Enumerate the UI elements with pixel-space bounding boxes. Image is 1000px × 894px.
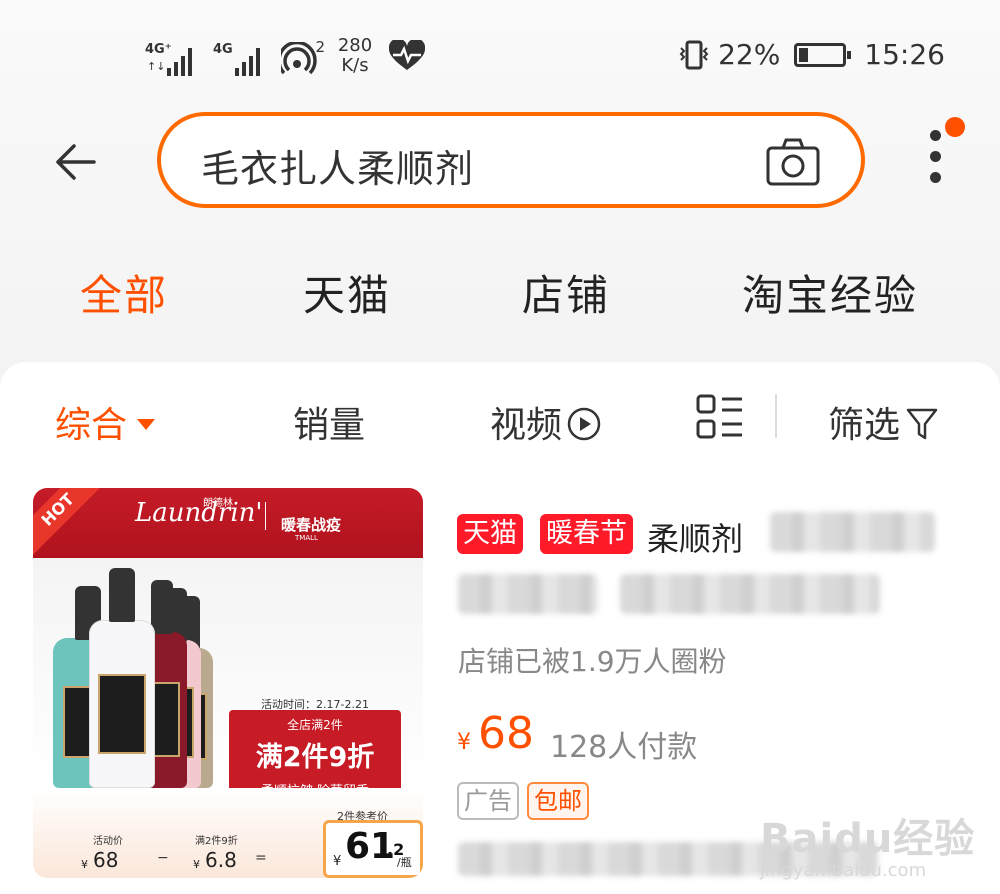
- back-button[interactable]: [50, 136, 102, 188]
- status-bar: 4G⁺ ↑↓ 4G 2 280 K/s 22% 15:26: [0, 28, 1000, 88]
- campaign-sub: TMALL: [295, 534, 318, 542]
- list-view-toggle-icon[interactable]: [696, 394, 744, 440]
- hotspot-count: 2: [315, 38, 325, 56]
- tag-festival: 暖春节: [540, 514, 633, 554]
- battery-fill: [799, 47, 809, 62]
- tag-tmall: 天猫: [457, 514, 523, 554]
- tab-shops[interactable]: 店铺: [522, 262, 610, 323]
- battery-icon: [794, 42, 852, 67]
- scope-tabs: 全部 天猫 店铺 淘宝经验: [0, 262, 1000, 332]
- shop-fans: 店铺已被1.9万人圈粉: [458, 645, 727, 678]
- brand-logo: Laundrin': [135, 498, 263, 528]
- caret-down-icon: [137, 418, 156, 430]
- activity-yen: ¥: [81, 858, 88, 871]
- promo-main: 满2件9折: [255, 742, 375, 773]
- battery-percent: 22%: [718, 38, 781, 71]
- sort-comprehensive[interactable]: 综合: [55, 396, 156, 448]
- promo-sub: 全店满2件: [287, 718, 343, 732]
- ref-yen: ¥: [333, 854, 342, 869]
- signal-icon-2: 4G: [213, 42, 269, 76]
- activity-price-label: 活动价: [93, 836, 123, 847]
- ref-price-unit: /瓶: [397, 856, 412, 869]
- minus-sign: −: [157, 850, 169, 866]
- price-currency: ¥: [457, 730, 471, 755]
- bottle-white: [89, 568, 155, 788]
- more-menu-button[interactable]: [920, 130, 950, 190]
- tab-tmall[interactable]: 天猫: [303, 262, 391, 323]
- status-right: 22% 15:26: [678, 38, 945, 71]
- sort-sales[interactable]: 销量: [293, 396, 365, 448]
- notification-dot: [945, 117, 965, 137]
- network-type-2: 4G: [213, 42, 233, 57]
- heart-rate-icon: [388, 38, 426, 76]
- discount-value: 6.8: [205, 848, 237, 872]
- search-box[interactable]: 毛衣扎人柔顺剂: [157, 112, 865, 208]
- discount-yen: ¥: [193, 858, 200, 871]
- search-input[interactable]: 毛衣扎人柔顺剂: [201, 138, 474, 193]
- sort-comprehensive-label: 综合: [55, 405, 128, 446]
- speed-unit: K/s: [341, 55, 369, 76]
- watermark-main: Baidu经验: [760, 816, 976, 862]
- hotspot-icon: 2: [277, 38, 325, 76]
- camera-icon[interactable]: [765, 136, 821, 188]
- tab-taobao-experience[interactable]: 淘宝经验: [742, 262, 918, 323]
- activity-price: 68: [93, 848, 119, 872]
- clock: 15:26: [864, 38, 945, 71]
- title-redacted-2: [458, 574, 598, 614]
- arrow-left-icon: [56, 144, 96, 180]
- product-photo: 活动时间：2.17-2.21 全店满2件 满2件9折 柔顺抗皱 除菌留香: [33, 558, 423, 806]
- speed-value: 280: [337, 35, 373, 56]
- sort-video[interactable]: 视频: [490, 396, 602, 448]
- ad-badge: 广告: [457, 782, 519, 820]
- tab-all[interactable]: 全部: [80, 262, 168, 323]
- free-shipping-badge: 包邮: [527, 782, 589, 820]
- product-image[interactable]: Laundrin' 朗德林 暖春战疫 TMALL HOT 活动时间：2.17-2…: [33, 488, 423, 878]
- title-redacted-3: [620, 574, 880, 614]
- filter-label: 筛选: [828, 405, 901, 446]
- vibrate-icon: [678, 40, 710, 70]
- data-arrows-icon: ↑↓: [147, 60, 166, 73]
- network-speed: 280 K/s: [333, 36, 377, 76]
- status-left: 4G⁺ ↑↓ 4G 2 280 K/s: [145, 36, 426, 76]
- paid-count: 128人付款: [550, 730, 698, 765]
- equals-sign: =: [255, 850, 267, 866]
- sort-divider: [775, 394, 777, 438]
- title-redacted: [770, 512, 935, 552]
- discount-label: 满2件9折: [195, 836, 238, 847]
- brand-divider: [265, 502, 266, 530]
- brand-cn: 朗德林: [203, 498, 233, 509]
- campaign-logo: 暖春战疫: [281, 516, 342, 534]
- play-icon: [567, 407, 601, 441]
- signal-icon: 4G⁺ ↑↓: [145, 42, 201, 76]
- product-price: 68: [478, 708, 534, 759]
- banner-header: Laundrin' 朗德林 暖春战疫 TMALL: [33, 488, 423, 558]
- filter-button[interactable]: 筛选: [828, 396, 938, 448]
- sort-bar: 综合 销量 视频 筛选: [0, 390, 1000, 450]
- watermark: Baidu经验 jingyan.baidu.com: [760, 806, 975, 881]
- filter-icon: [906, 408, 938, 440]
- sort-video-label: 视频: [490, 405, 563, 446]
- product-title[interactable]: 柔顺剂: [647, 514, 743, 560]
